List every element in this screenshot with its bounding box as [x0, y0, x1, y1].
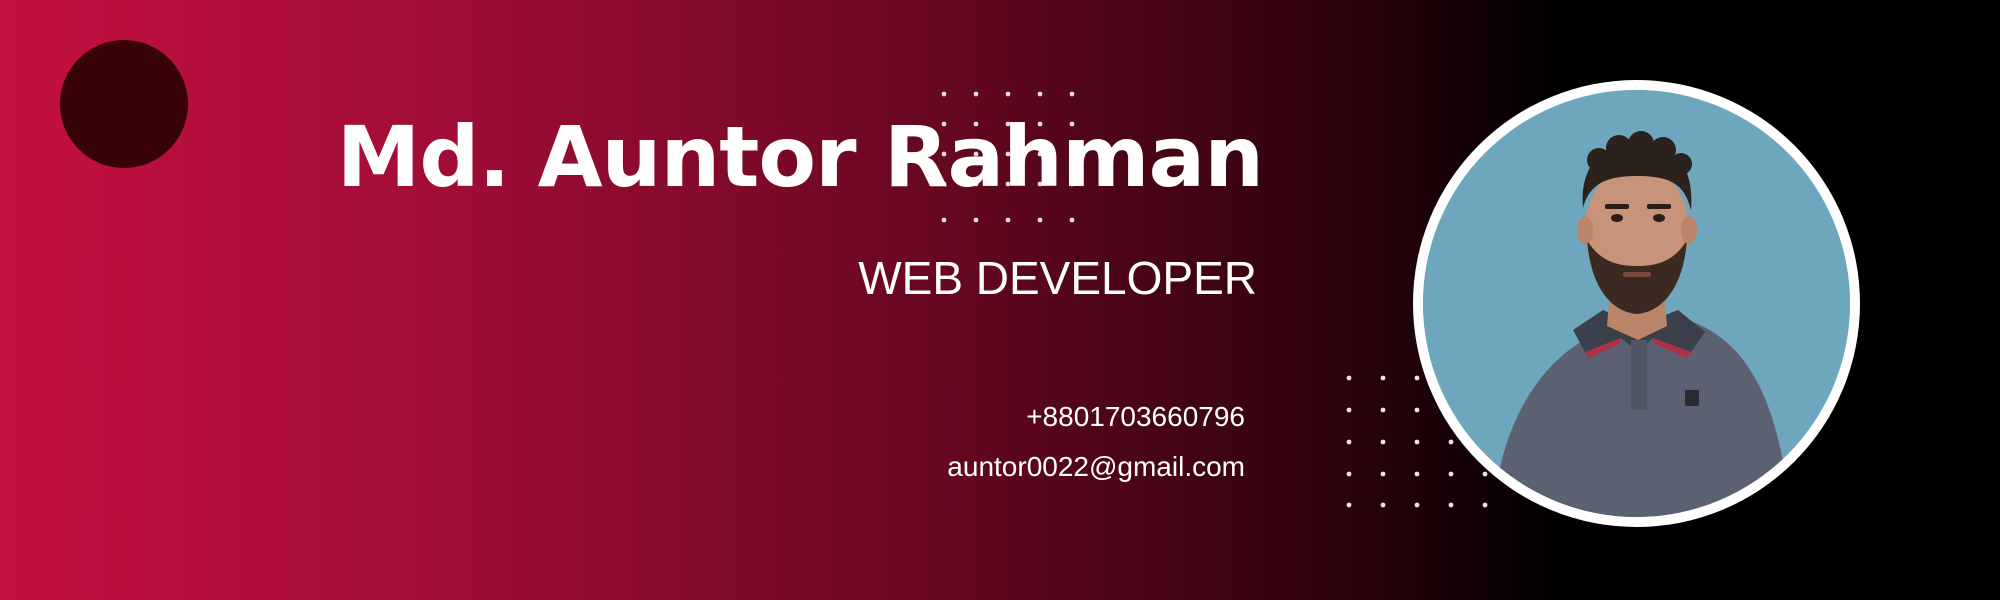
profile-role: WEB DEVELOPER	[858, 252, 1257, 304]
email-address: auntor0022@gmail.com	[947, 451, 1245, 482]
phone-number: +8801703660796	[1026, 401, 1245, 432]
profile-banner: Md. Auntor Rahman WEB DEVELOPER +8801703…	[0, 0, 2000, 600]
decorative-circle	[60, 40, 188, 168]
person-portrait-icon	[1423, 90, 1850, 517]
profile-name: Md. Auntor Rahman	[336, 108, 1264, 206]
profile-photo-frame	[1413, 80, 1860, 527]
profile-photo	[1423, 90, 1850, 517]
